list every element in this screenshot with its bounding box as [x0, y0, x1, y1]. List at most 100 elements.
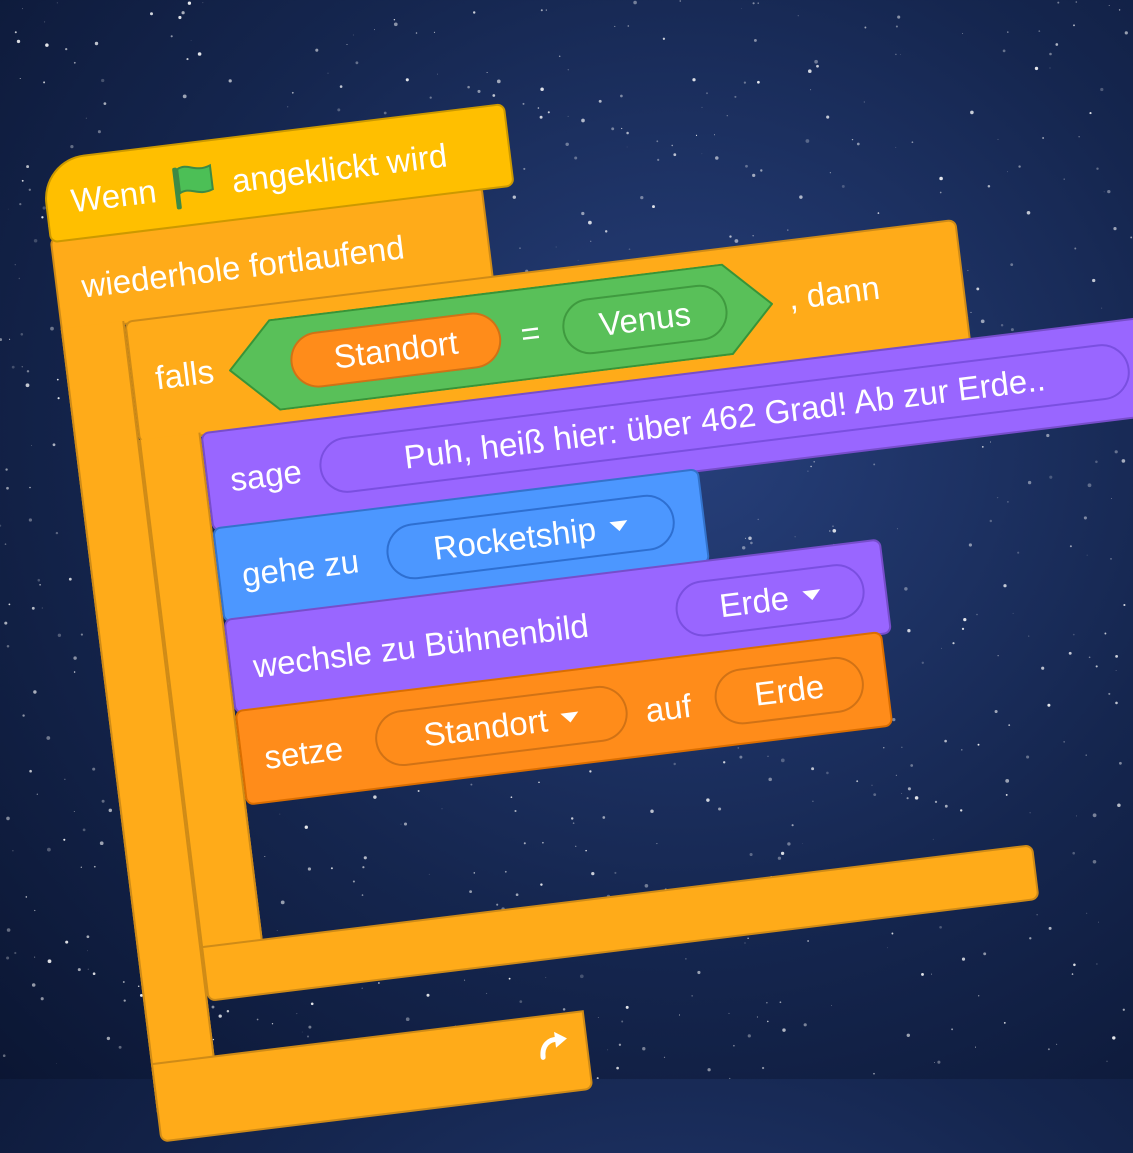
star: [73, 61, 76, 64]
star: [679, 0, 681, 2]
star: [0, 338, 3, 342]
star: [43, 81, 46, 84]
star: [57, 397, 60, 400]
star: [73, 811, 75, 813]
star: [80, 866, 82, 868]
star: [540, 9, 543, 12]
star: [94, 41, 99, 46]
star: [864, 26, 867, 29]
if-block-foot: [201, 844, 1040, 1002]
star: [97, 130, 101, 134]
star: [934, 1062, 935, 1063]
star: [150, 12, 153, 16]
star: [895, 25, 898, 28]
star: [56, 2, 58, 4]
star: [633, 0, 637, 5]
star: [4, 543, 7, 545]
star: [34, 956, 36, 958]
star: [31, 983, 36, 987]
star: [6, 816, 10, 821]
forever-block-foot: [150, 1010, 594, 1143]
star: [86, 950, 88, 952]
star: [86, 935, 90, 939]
star: [6, 486, 9, 490]
star: [327, 72, 329, 74]
star: [1007, 31, 1009, 33]
setvar-value: Erde: [752, 667, 827, 713]
star: [65, 47, 68, 51]
star: [8, 603, 11, 606]
star: [186, 58, 189, 61]
star: [37, 578, 41, 582]
star: [103, 102, 107, 105]
star: [540, 87, 544, 92]
star: [106, 1036, 111, 1041]
star: [486, 72, 488, 73]
dropdown-caret-icon: [802, 589, 822, 602]
star: [287, 106, 289, 108]
star: [101, 799, 105, 803]
condition-variable-label: Standort: [331, 323, 460, 376]
star: [433, 31, 436, 33]
star: [7, 208, 9, 210]
star: [814, 59, 818, 64]
setvar-variable: Standort: [421, 701, 550, 754]
star: [190, 39, 192, 41]
star: [178, 15, 182, 20]
star: [21, 366, 23, 368]
star: [55, 531, 59, 535]
star: [1056, 1043, 1058, 1045]
star: [492, 94, 496, 97]
star: [93, 865, 96, 868]
setvar-to-label: auf: [643, 686, 694, 730]
dropdown-caret-icon: [609, 520, 629, 533]
star: [873, 1072, 875, 1075]
star: [73, 656, 77, 660]
star: [11, 365, 15, 369]
star: [170, 35, 173, 38]
star: [44, 21, 46, 23]
star: [472, 11, 476, 14]
star: [18, 277, 21, 280]
star: [662, 37, 666, 40]
star: [753, 38, 757, 42]
star: [12, 850, 14, 852]
star: [39, 583, 41, 586]
star: [187, 1, 192, 5]
star: [374, 29, 375, 31]
star: [26, 165, 30, 169]
star: [28, 188, 31, 191]
star: [182, 94, 187, 99]
star: [47, 959, 52, 964]
star: [28, 518, 33, 522]
star: [0, 524, 2, 527]
star: [6, 956, 10, 960]
star: [14, 31, 17, 34]
star: [63, 838, 66, 841]
star: [77, 968, 81, 972]
star: [1038, 30, 1041, 32]
star: [346, 44, 348, 45]
star: [122, 981, 125, 983]
star: [741, 7, 742, 9]
star: [92, 767, 96, 771]
star: [26, 370, 30, 373]
star: [21, 179, 24, 182]
star: [339, 85, 343, 88]
scratch-script: wiederhole fortlaufend falls Standort = …: [40, 26, 1133, 1153]
star: [181, 11, 185, 15]
star: [29, 486, 31, 489]
star: [6, 645, 10, 648]
star: [757, 2, 759, 4]
star: [752, 2, 755, 5]
star: [962, 33, 964, 34]
star: [56, 1062, 57, 1064]
star: [2, 1054, 6, 1057]
star: [137, 985, 140, 987]
star: [34, 909, 36, 912]
star: [47, 847, 51, 852]
star: [31, 445, 32, 446]
star: [14, 951, 17, 955]
star: [99, 841, 104, 846]
star: [108, 808, 113, 813]
